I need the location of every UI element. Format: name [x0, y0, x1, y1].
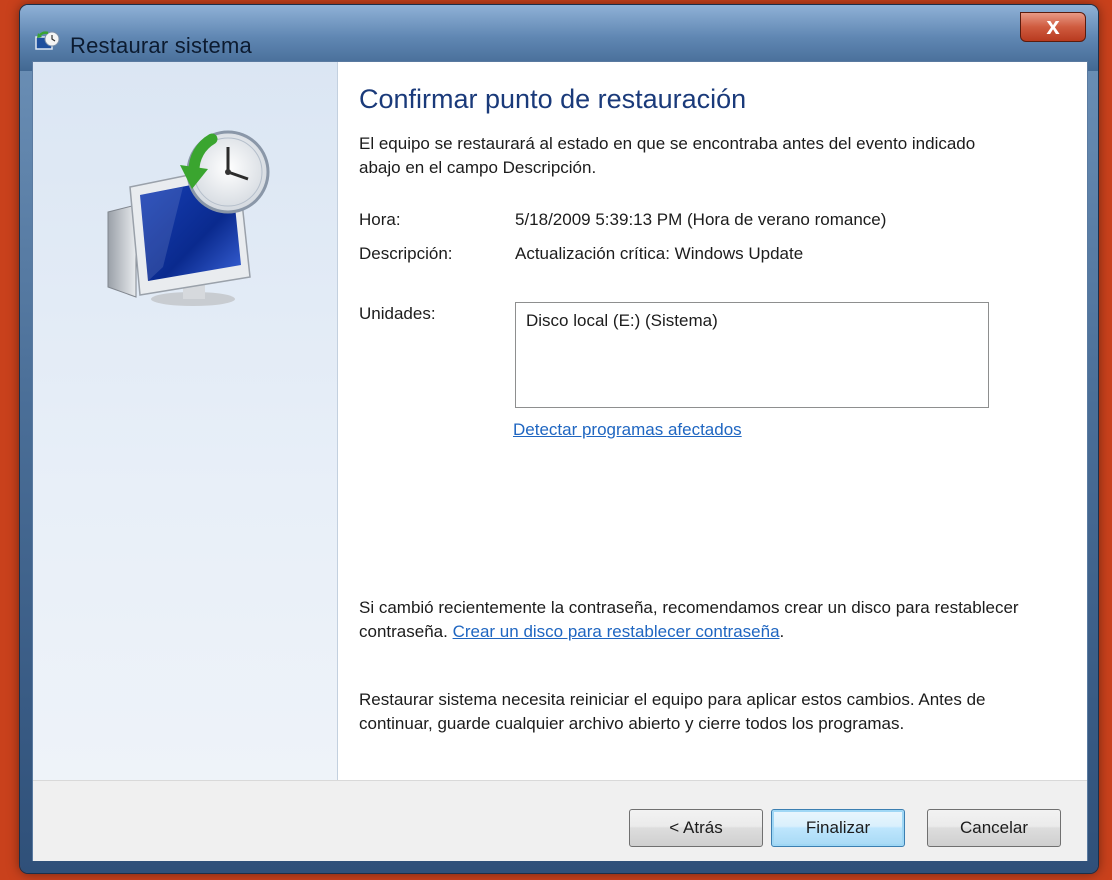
left-decoration-panel: [33, 62, 338, 780]
system-restore-icon: [35, 31, 60, 50]
cancel-button[interactable]: Cancelar: [927, 809, 1061, 847]
password-end: .: [779, 622, 785, 641]
page-title: Confirmar punto de restauración: [359, 84, 747, 114]
drives-label: Unidades:: [359, 304, 436, 323]
restore-dialog-window: Restaurar sistema x Confirmar punto de r…: [20, 5, 1098, 873]
dialog-client-area: Confirmar punto de restauración El equip…: [32, 61, 1088, 861]
finish-button[interactable]: Finalizar: [771, 809, 905, 847]
description-label: Descripción:: [359, 244, 453, 263]
time-value: 5/18/2009 5:39:13 PM (Hora de verano rom…: [515, 210, 887, 229]
detect-affected-programs-link[interactable]: Detectar programas afectados: [513, 420, 742, 440]
list-item[interactable]: Disco local (E:) (Sistema): [526, 311, 978, 331]
close-icon: x: [1046, 13, 1060, 40]
password-paragraph: Si cambió recientemente la contraseña, r…: [359, 596, 1039, 644]
drives-list[interactable]: Disco local (E:) (Sistema): [515, 302, 989, 408]
create-password-disk-link[interactable]: Crear un disco para restablecer contrase…: [453, 622, 780, 641]
main-content: Confirmar punto de restauración El equip…: [359, 62, 1059, 780]
computer-clock-restore-icon: [107, 130, 270, 306]
restart-paragraph: Restaurar sistema necesita reiniciar el …: [359, 690, 986, 733]
description-value: Actualización crítica: Windows Update: [515, 244, 804, 263]
window-title: Restaurar sistema: [70, 33, 252, 58]
intro-text: El equipo se restaurará al estado en que…: [359, 134, 976, 177]
time-label: Hora:: [359, 210, 401, 229]
back-button[interactable]: < Atrás: [629, 809, 763, 847]
button-bar: < Atrás Finalizar Cancelar: [33, 780, 1087, 861]
close-button[interactable]: x: [1020, 12, 1086, 42]
